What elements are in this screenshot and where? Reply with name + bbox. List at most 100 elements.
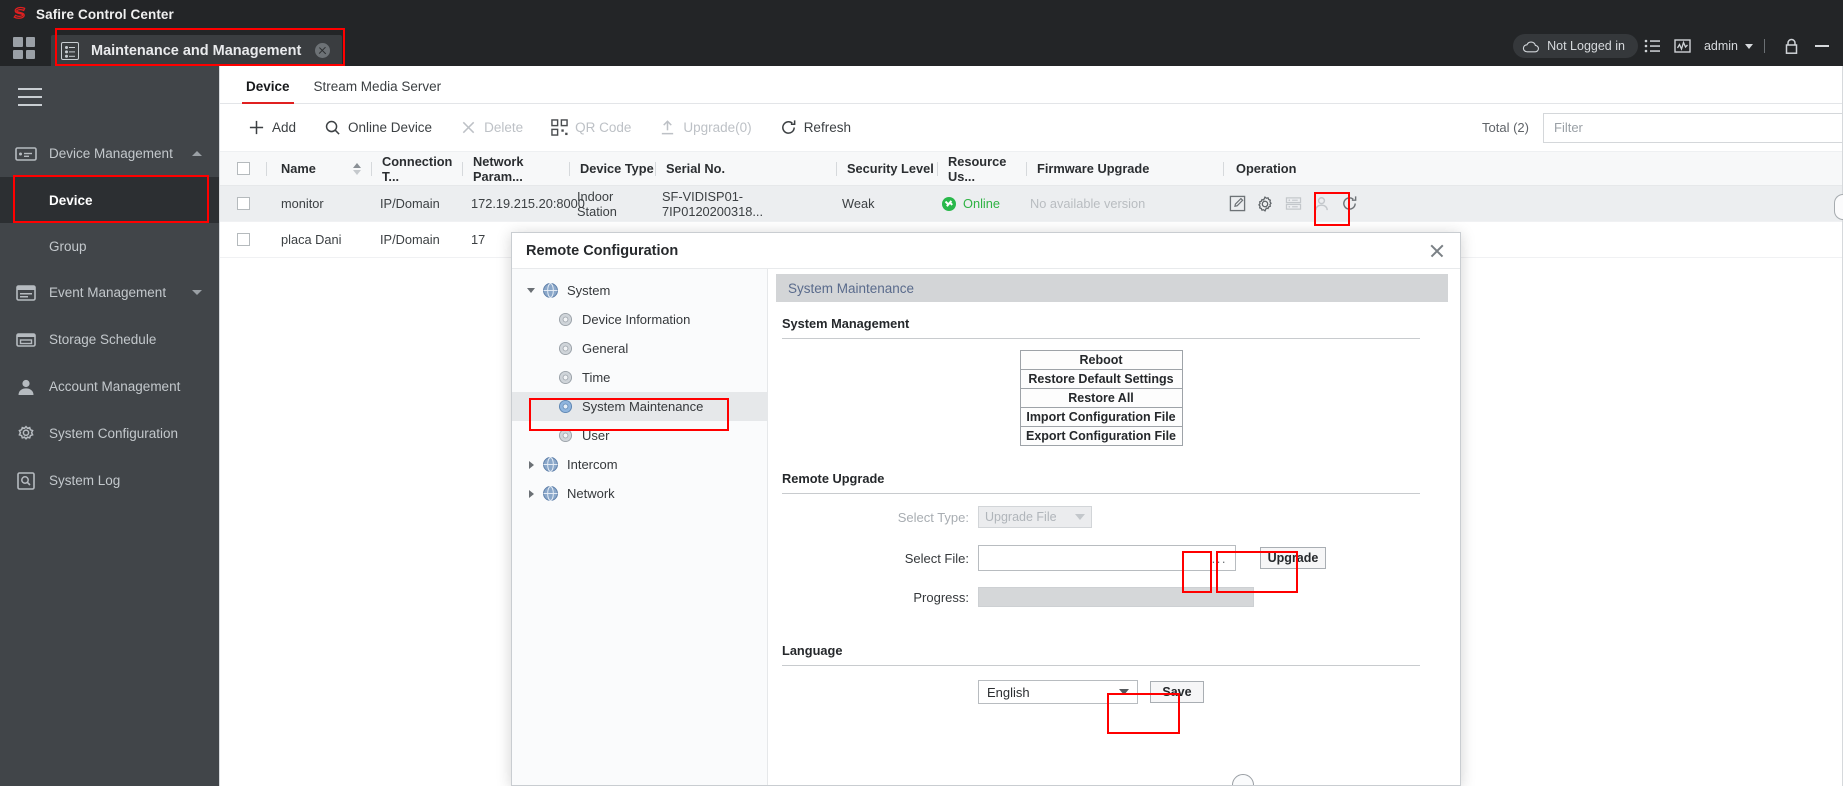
tree-item-system-maintenance[interactable]: System Maintenance [512,392,767,421]
tab-label: Device [246,79,290,94]
sidebar-item-storage-schedule[interactable]: Storage Schedule [0,316,220,363]
divider [219,66,220,786]
column-header-network-param[interactable]: Network Param... [463,154,569,184]
dialog-header: Remote Configuration [512,233,1460,269]
user-icon[interactable] [1307,192,1335,216]
cloud-login-status[interactable]: Not Logged in [1513,34,1638,58]
dialog-bottom-handle[interactable] [1232,774,1254,785]
sidebar-item-event-management[interactable]: Event Management [0,269,220,316]
event-management-icon [16,284,36,301]
save-button[interactable]: Save [1150,681,1204,703]
column-header-device-type[interactable]: Device Type [570,161,655,176]
minimize-icon[interactable] [1815,45,1829,47]
sort-descending-icon [353,169,361,175]
statistics-chart-icon[interactable] [1668,34,1698,58]
cell-name: monitor [281,196,324,211]
tree-item-system[interactable]: System [512,276,767,305]
edit-icon[interactable] [1223,192,1251,216]
select-file-input[interactable]: ... [978,545,1236,571]
tree-item-label: Device Information [582,312,691,327]
remote-config-gear-icon[interactable] [1251,192,1279,216]
refresh-button[interactable]: Refresh [766,112,865,144]
upgrade-button[interactable]: Upgrade [1260,547,1326,569]
online-device-button[interactable]: Online Device [310,112,446,144]
sort-ascending-icon [353,162,361,168]
cell-security-level: Weak [842,196,875,211]
app-grid-icon[interactable] [13,37,35,59]
app-title: Safire Control Center [36,6,174,22]
browse-ellipsis-button[interactable]: ... [1212,551,1227,566]
admin-user-label[interactable]: admin [1704,39,1738,53]
refresh-icon[interactable] [1335,192,1363,216]
cell-connection-type: IP/Domain [380,232,440,247]
select-all-checkbox[interactable] [220,162,266,175]
chevron-down-icon[interactable] [1745,43,1753,49]
chevron-right-icon[interactable] [520,460,542,469]
import-configuration-file-button[interactable]: Import Configuration File [1019,407,1183,427]
task-list-icon[interactable] [1638,34,1668,58]
tab-stream-media-server[interactable]: Stream Media Server [302,79,454,103]
sidebar-item-label: Group [49,238,87,254]
collapse-panel-handle[interactable] [1834,194,1843,220]
sort-toggle-name[interactable] [343,162,371,175]
restore-default-settings-button[interactable]: Restore Default Settings [1019,369,1183,389]
sidebar-item-device[interactable]: Device [0,177,220,223]
reboot-button[interactable]: Reboot [1019,350,1183,370]
search-icon [325,120,340,135]
column-header-resource-usage[interactable]: Resource Us... [938,154,1026,184]
select-file-row: Select File: ... Upgrade [782,528,1420,571]
chevron-down-icon[interactable] [192,290,202,295]
column-header-security-level[interactable]: Security Level [837,161,937,176]
lock-icon[interactable] [1776,34,1806,58]
status-badge: Online [942,196,1019,211]
tree-item-user[interactable]: User [512,421,767,450]
system-configuration-icon [18,424,34,440]
export-configuration-file-button[interactable]: Export Configuration File [1019,426,1183,446]
sidebar-item-system-configuration[interactable]: System Configuration [0,410,220,457]
cloud-icon [1522,41,1540,52]
column-header-connection-type[interactable]: Connection T... [372,154,462,184]
chevron-right-icon[interactable] [520,489,542,498]
chevron-up-icon[interactable] [192,151,202,156]
sidebar-item-account-management[interactable]: Account Management [0,363,220,410]
progress-label: Progress: [913,589,969,605]
close-icon[interactable] [1428,242,1446,260]
chevron-down-icon [1075,514,1085,520]
row-checkbox[interactable] [220,233,266,246]
tab-maintenance-and-management[interactable]: Maintenance and Management [51,35,343,66]
column-header-serial-no[interactable]: Serial No. [656,161,836,176]
sidebar-item-label: Storage Schedule [49,332,157,347]
row-operations [1223,192,1385,216]
cell-firmware-upgrade: No available version [1030,196,1146,211]
add-button[interactable]: Add [234,112,310,144]
config-node-icon [558,428,573,443]
table-row[interactable]: monitor IP/Domain 172.19.215.20:8000 Ind… [220,186,1843,222]
close-icon[interactable] [315,43,331,58]
upgrade-toolbar-button: Upgrade(0) [645,112,765,144]
hamburger-menu-icon[interactable] [18,88,42,106]
row-checkbox[interactable] [220,197,266,210]
device-status-icon[interactable] [1279,192,1307,216]
cell-connection-type: IP/Domain [380,196,440,211]
restore-all-button[interactable]: Restore All [1019,388,1183,408]
column-header-operation[interactable]: Operation [1224,161,1394,176]
tree-item-network[interactable]: Network [512,479,767,508]
tree-item-device-information[interactable]: Device Information [512,305,767,334]
tab-device[interactable]: Device [234,79,302,104]
button-label: Add [272,120,297,135]
sidebar-item-group[interactable]: Group [0,223,220,269]
chevron-down-icon[interactable] [520,288,542,293]
tree-item-intercom[interactable]: Intercom [512,450,767,479]
filter-input[interactable]: Filter [1543,112,1843,143]
column-header-name[interactable]: Name [267,161,343,176]
dialog-title: Remote Configuration [526,242,679,259]
sidebar-item-device-management[interactable]: Device Management [0,130,220,177]
language-dropdown[interactable]: English [978,680,1138,704]
select-type-dropdown: Upgrade File [978,506,1092,528]
config-node-icon [558,341,573,356]
tree-item-time[interactable]: Time [512,363,767,392]
select-type-value: Upgrade File [985,510,1057,524]
sidebar-item-system-log[interactable]: System Log [0,457,220,504]
column-header-firmware-upgrade[interactable]: Firmware Upgrade [1027,161,1223,176]
tree-item-general[interactable]: General [512,334,767,363]
